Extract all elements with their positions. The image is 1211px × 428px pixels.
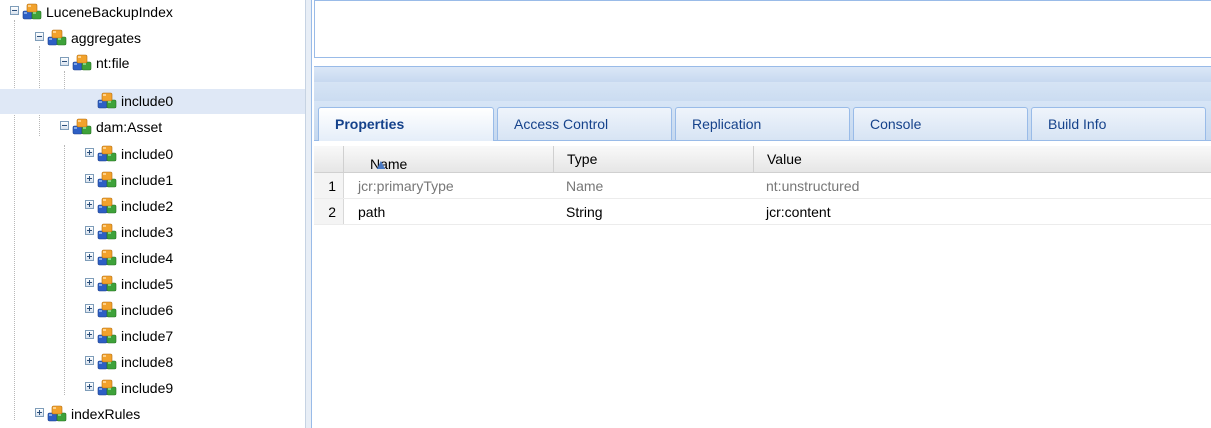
tree-node-label: indexRules — [71, 406, 141, 422]
property-name: jcr:primaryType — [358, 178, 454, 194]
tab-replication[interactable]: Replication — [675, 107, 850, 140]
expand-icon[interactable] — [85, 174, 94, 183]
tree-node[interactable]: include2 — [0, 194, 305, 219]
collapse-icon[interactable] — [60, 121, 69, 130]
panel-toolbar-band — [314, 82, 1211, 101]
tree-node-label: aggregates — [71, 30, 142, 46]
tree-node-label: include2 — [121, 198, 174, 214]
node-icon — [97, 145, 117, 163]
column-label: Value — [767, 151, 802, 167]
tree-node-label: LuceneBackupIndex — [46, 4, 173, 20]
row-number: 1 — [314, 173, 344, 198]
tree-node[interactable]: include1 — [0, 168, 305, 193]
node-icon — [47, 29, 67, 47]
tab-label: Access Control — [514, 116, 609, 132]
node-icon — [22, 3, 42, 21]
tab-strip: Properties Access Control Replication Co… — [314, 101, 1211, 141]
repository-tree: LuceneBackupIndex aggregates nt:file includ… — [0, 0, 305, 428]
tree-node-label: include0 — [121, 146, 174, 162]
tree-node-label: include4 — [121, 250, 174, 266]
tree-node-label: nt:file — [96, 55, 130, 71]
tab-label: Replication — [692, 116, 762, 132]
tree-node-label: include6 — [121, 302, 174, 318]
expand-icon[interactable] — [85, 278, 94, 287]
expand-icon[interactable] — [85, 382, 94, 391]
tree-node[interactable]: include6 — [0, 298, 305, 323]
panel-splitter[interactable] — [305, 0, 312, 428]
expand-icon[interactable] — [85, 252, 94, 261]
node-icon — [97, 353, 117, 371]
expand-icon[interactable] — [85, 226, 94, 235]
node-icon — [97, 197, 117, 215]
top-panel — [314, 0, 1211, 58]
tree-node[interactable]: LuceneBackupIndex — [0, 0, 305, 25]
tree-node[interactable]: include9 — [0, 376, 305, 401]
column-header-value[interactable]: Value — [753, 146, 1211, 172]
collapse-icon[interactable] — [10, 6, 19, 15]
node-icon — [47, 405, 67, 423]
tree-node[interactable]: include5 — [0, 272, 305, 297]
column-header-type[interactable]: Type — [553, 146, 753, 172]
tab-properties[interactable]: Properties — [318, 107, 494, 141]
panel-header-band — [314, 66, 1211, 82]
node-icon — [97, 275, 117, 293]
table-row[interactable]: 2 path String jcr:content — [314, 199, 1211, 225]
tree-node[interactable]: include4 — [0, 246, 305, 271]
node-icon — [97, 379, 117, 397]
property-type: String — [566, 204, 603, 220]
column-header-name[interactable]: Name ▲ — [343, 146, 553, 172]
node-icon — [97, 327, 117, 345]
column-label: Type — [567, 151, 598, 167]
tree-node-label: include5 — [121, 276, 174, 292]
tree-node-label: include8 — [121, 354, 174, 370]
tree-node-label: include9 — [121, 380, 174, 396]
tree-node[interactable]: nt:file — [0, 51, 305, 76]
tab-access-control[interactable]: Access Control — [497, 107, 672, 140]
node-icon — [72, 118, 92, 136]
property-name: path — [358, 204, 386, 220]
node-icon — [97, 92, 117, 110]
tab-label: Properties — [335, 116, 405, 132]
tree-node-label: include0 — [121, 93, 174, 109]
expand-icon[interactable] — [85, 356, 94, 365]
collapse-icon[interactable] — [60, 57, 69, 66]
tree-node-label: dam:Asset — [96, 119, 163, 135]
expand-icon[interactable] — [85, 148, 94, 157]
property-value: jcr:content — [766, 204, 831, 220]
tab-console[interactable]: Console — [853, 107, 1028, 140]
tab-label: Console — [870, 116, 922, 132]
tree-node-label: include1 — [121, 172, 174, 188]
node-icon — [97, 223, 117, 241]
node-icon — [97, 301, 117, 319]
tab-label: Build Info — [1048, 116, 1107, 132]
tree-node-label: include3 — [121, 224, 174, 240]
expand-icon[interactable] — [85, 200, 94, 209]
expand-icon[interactable] — [85, 304, 94, 313]
collapse-icon[interactable] — [35, 32, 44, 41]
node-icon — [97, 249, 117, 267]
tree-node[interactable]: aggregates — [0, 26, 305, 51]
properties-grid-header: Name ▲ Type Value — [314, 146, 1211, 173]
table-row[interactable]: 1 jcr:primaryType Name nt:unstructured — [314, 173, 1211, 199]
property-value: nt:unstructured — [766, 178, 860, 194]
tree-node[interactable]: include0 — [0, 89, 305, 114]
node-icon — [97, 171, 117, 189]
expand-icon[interactable] — [35, 408, 44, 417]
tree-node[interactable]: include8 — [0, 350, 305, 375]
sort-ascending-icon: ▲ — [374, 156, 388, 172]
tree-node[interactable]: include7 — [0, 324, 305, 349]
tree-node[interactable]: include0 — [0, 142, 305, 167]
tree-node-label: include7 — [121, 328, 174, 344]
expand-icon[interactable] — [85, 330, 94, 339]
tab-build-info[interactable]: Build Info — [1031, 107, 1206, 140]
tree-node[interactable]: dam:Asset — [0, 115, 305, 140]
property-type: Name — [566, 178, 604, 194]
tree-node[interactable]: include3 — [0, 220, 305, 245]
node-icon — [72, 54, 92, 72]
row-number: 2 — [314, 199, 344, 224]
tree-node[interactable]: indexRules — [0, 402, 305, 427]
